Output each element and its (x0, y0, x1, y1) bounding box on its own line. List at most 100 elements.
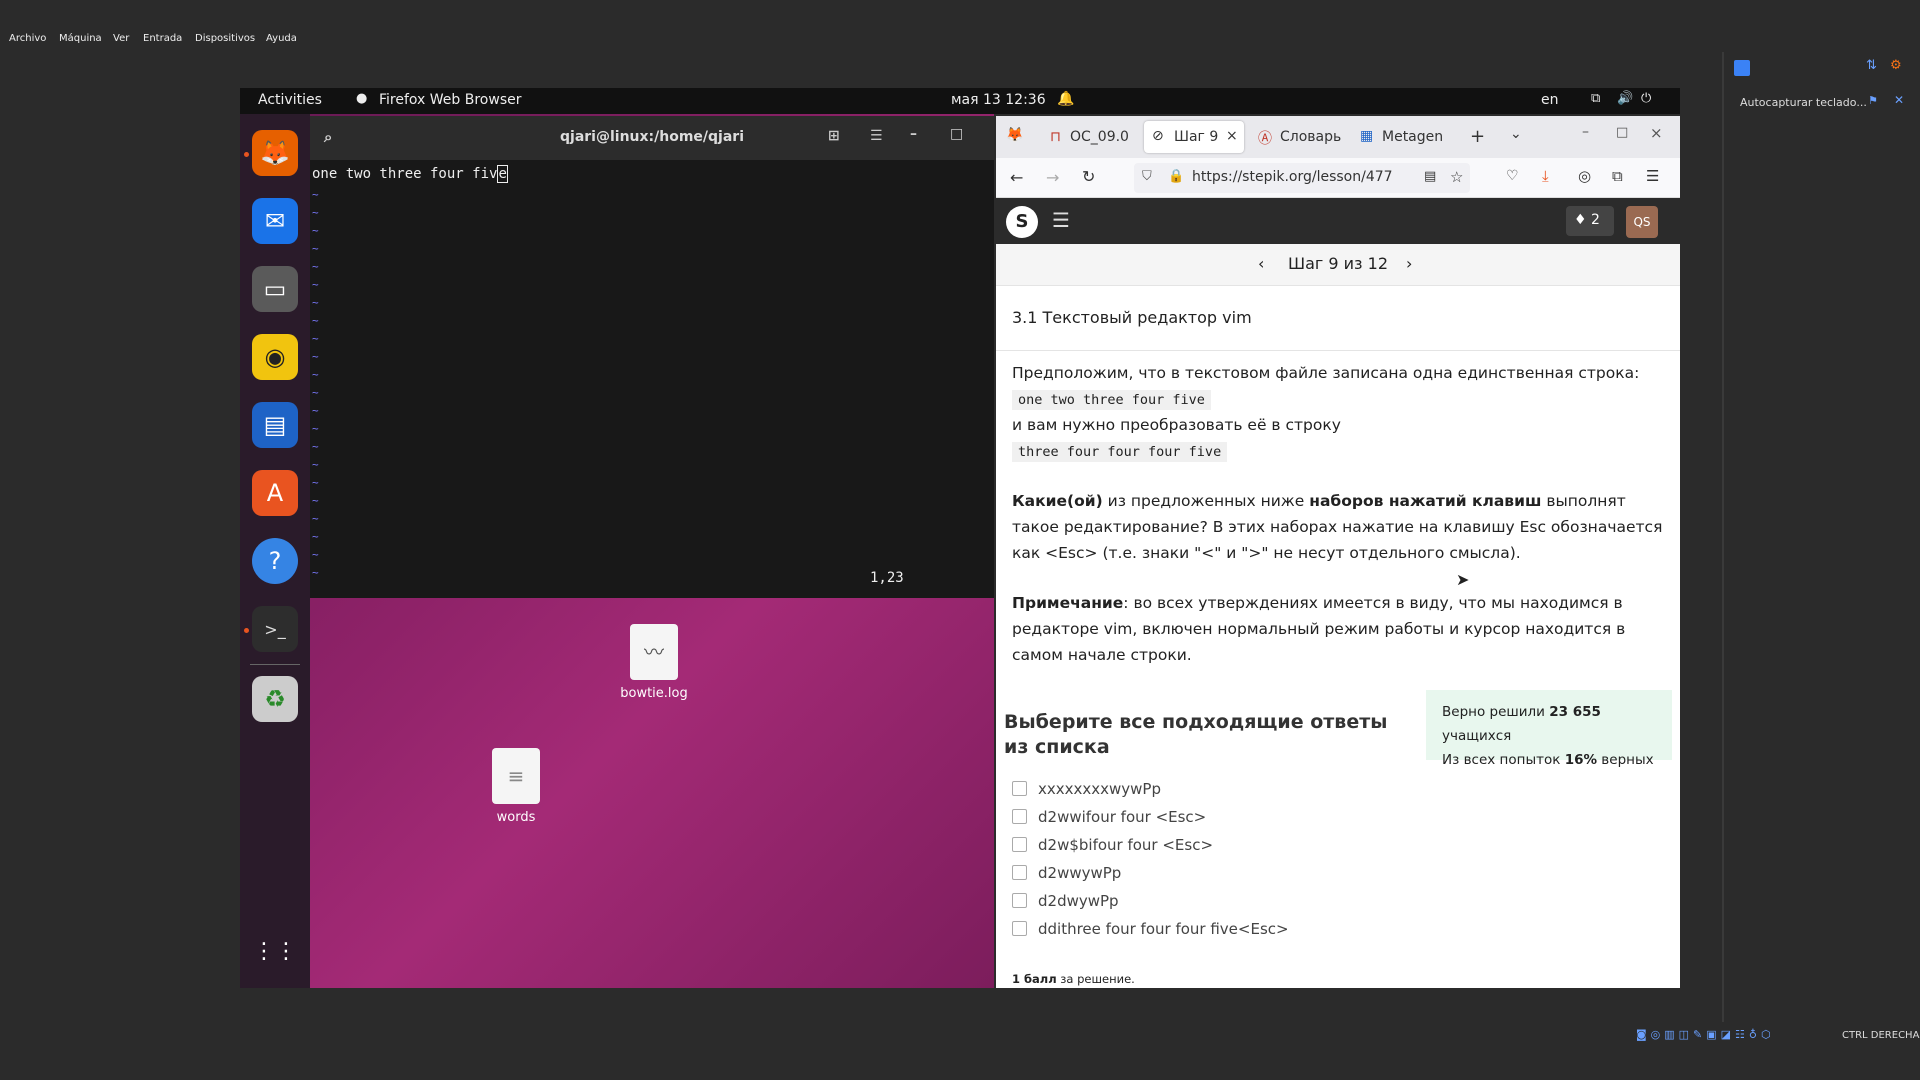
score-note: 1 балл за решение. (1012, 972, 1135, 986)
device-status-icons[interactable]: ◙◎▥◫✎▣◪☷♁⬡ (1636, 1028, 1775, 1041)
forward-icon[interactable]: → (1046, 168, 1059, 187)
app-menu-icon[interactable]: ☰ (1646, 167, 1659, 185)
tab-metagen[interactable]: ▦ Metagen (1352, 121, 1448, 153)
download-icon[interactable]: ⤓ (1542, 167, 1549, 185)
terminal-title: qjari@linux:/home/qjari (560, 129, 744, 145)
tab-os[interactable]: ⊓ ОС_09.0 (1040, 121, 1138, 153)
back-icon[interactable]: ← (1010, 168, 1023, 187)
hamburger-menu-icon[interactable]: ☰ (1052, 208, 1070, 232)
tab-dictionary[interactable]: Ⓐ Словарь (1250, 121, 1346, 153)
dock: 🦊 ✉ ▭ ◉ ▤ A ? >_ ♻ ⋮⋮ (240, 114, 310, 988)
activities-button[interactable]: Activities (258, 92, 322, 108)
vim-empty-line: ~ (312, 530, 319, 543)
vbox-side-panel: ⇅ ⚙ Autocapturar teclado... ⚑ ✕ (1722, 52, 1920, 1022)
menu-ver[interactable]: Ver (113, 33, 129, 44)
step-label: Шаг 9 из 12 (1287, 254, 1389, 273)
power-icon[interactable]: ⏻ (1641, 91, 1651, 106)
vim-empty-line: ~ (312, 206, 319, 219)
terminal-icon[interactable]: >_ (252, 606, 298, 652)
vim-empty-line: ~ (312, 332, 319, 345)
settings-icon[interactable]: ⚙ (1890, 58, 1902, 73)
help-icon[interactable]: ? (252, 538, 298, 584)
tab-step9[interactable]: ⊘ Шаг 9 × (1144, 121, 1244, 153)
minimize-icon[interactable]: – (910, 126, 917, 142)
app-menu[interactable]: Firefox Web Browser (379, 92, 522, 108)
menu-maquina[interactable]: Máquina (59, 33, 102, 44)
firefox-icon[interactable]: 🦊 (252, 130, 298, 176)
reload-icon[interactable]: ↻ (1082, 167, 1095, 186)
maximize-icon[interactable]: □ (950, 126, 963, 142)
text-file-icon[interactable]: ≡ (492, 748, 540, 804)
lock-icon: 🔒 (1168, 169, 1185, 184)
vim-empty-line: ~ (312, 314, 319, 327)
bookmark-star-icon[interactable]: ☆ (1450, 168, 1463, 186)
answer-checkbox (1012, 837, 1027, 852)
answer-checkbox (1012, 921, 1027, 936)
menu-entrada[interactable]: Entrada (143, 33, 182, 44)
app-grid-icon[interactable]: ⋮⋮ (252, 928, 298, 974)
network-icon[interactable]: ⧉ (1591, 91, 1600, 106)
vim-line: one two three four fiv (312, 166, 498, 182)
log-file-icon[interactable]: 〰 (630, 624, 678, 680)
keyboard-icon[interactable] (1734, 60, 1750, 76)
pin-icon[interactable]: ⇅ (1866, 58, 1877, 73)
firefox-view-icon[interactable]: 🦊 (1006, 127, 1023, 143)
trash-icon[interactable]: ♻ (252, 676, 298, 722)
avatar[interactable]: QS (1626, 206, 1658, 238)
vim-empty-line: ~ (312, 188, 319, 201)
desktop-file-label[interactable]: bowtie.log (602, 686, 706, 701)
autocapture-label: Autocapturar teclado... (1740, 96, 1867, 109)
code-sample: three four four four five (1012, 442, 1228, 462)
vim-empty-line: ~ (312, 566, 319, 579)
volume-icon[interactable]: 🔊 (1617, 91, 1633, 106)
menu-archivo[interactable]: Archivo (9, 33, 46, 44)
vim-empty-line: ~ (312, 512, 319, 525)
close-icon[interactable]: ✕ (1894, 93, 1904, 107)
pin-icon[interactable]: ⚑ (1868, 94, 1878, 107)
thunderbird-icon[interactable]: ✉ (252, 198, 298, 244)
gnome-topbar: Activities ● Firefox Web Browser мая 13 … (240, 88, 1680, 114)
next-step-icon[interactable]: › (1406, 254, 1412, 273)
divider (996, 350, 1680, 351)
vbox-statusbar: ◙◎▥◫✎▣◪☷♁⬡ CTRL DERECHA (0, 1024, 1920, 1050)
vim-empty-line: ~ (312, 224, 319, 237)
account-icon[interactable]: ◎ (1578, 167, 1591, 185)
tab-list-icon[interactable]: ⌄ (1510, 126, 1522, 142)
rhythmbox-icon[interactable]: ◉ (252, 334, 298, 380)
minimize-icon[interactable]: – (1582, 124, 1589, 140)
lang-indicator[interactable]: en (1541, 92, 1559, 108)
new-tab-button[interactable]: + (1470, 126, 1485, 147)
note-text: Примечание: во всех утверждениях имеется… (1012, 594, 1626, 664)
bell-icon[interactable]: 🔔 (1057, 91, 1074, 107)
writer-icon[interactable]: ▤ (252, 402, 298, 448)
firefox-small-icon: ● (356, 91, 368, 106)
tab-strip: 🦊 ⊓ ОС_09.0 ⊘ Шаг 9 × Ⓐ Словарь ▦ Metagen + ⌄… (996, 116, 1680, 158)
files-icon[interactable]: ▭ (252, 266, 298, 312)
stepik-logo-icon[interactable]: S (1006, 206, 1038, 238)
url-text: https://stepik.org/lesson/477 (1192, 169, 1393, 185)
url-bar[interactable]: ⛉ 🔒 https://stepik.org/lesson/477 ▤ ☆ (1134, 163, 1470, 193)
vim-empty-line: ~ (312, 440, 319, 453)
reader-view-icon[interactable]: ▤ (1424, 169, 1436, 184)
terminal-body[interactable]: one two three four five ~ ~ ~ ~ ~ ~ ~ ~ ~ ~ ~ ~ ~ ~ ~ ~… (310, 160, 994, 598)
pocket-icon[interactable]: ♡ (1506, 168, 1519, 184)
maximize-icon[interactable]: □ (1616, 125, 1628, 140)
desktop-file-label[interactable]: words (464, 810, 568, 825)
extensions-icon[interactable]: ⧉ (1612, 167, 1623, 185)
new-tab-icon[interactable]: ⊞ (828, 128, 840, 144)
menu-ayuda[interactable]: Ayuda (266, 33, 297, 44)
task-paragraph: Предположим, что в текстовом файле запис… (1012, 364, 1640, 382)
vim-empty-line: ~ (312, 242, 319, 255)
menu-dispositivos[interactable]: Dispositivos (195, 33, 255, 44)
notifications-button[interactable]: ♦ 2 (1566, 206, 1614, 236)
close-icon[interactable]: × (1650, 124, 1663, 142)
clock[interactable]: мая 13 12:36 (951, 92, 1046, 108)
stats-box: Верно решили 23 655 учащихся Из всех поп… (1426, 690, 1672, 768)
vim-empty-line: ~ (312, 494, 319, 507)
app-center-icon[interactable]: A (252, 470, 298, 516)
mouse-pointer-icon: ➤ (1456, 570, 1470, 589)
answer-checkbox (1012, 809, 1027, 824)
hamburger-menu-icon[interactable]: ☰ (870, 128, 883, 144)
lesson-title[interactable]: 3.1 Текстовый редактор vim (1012, 308, 1252, 327)
host-key-label: CTRL DERECHA (1842, 1030, 1920, 1041)
